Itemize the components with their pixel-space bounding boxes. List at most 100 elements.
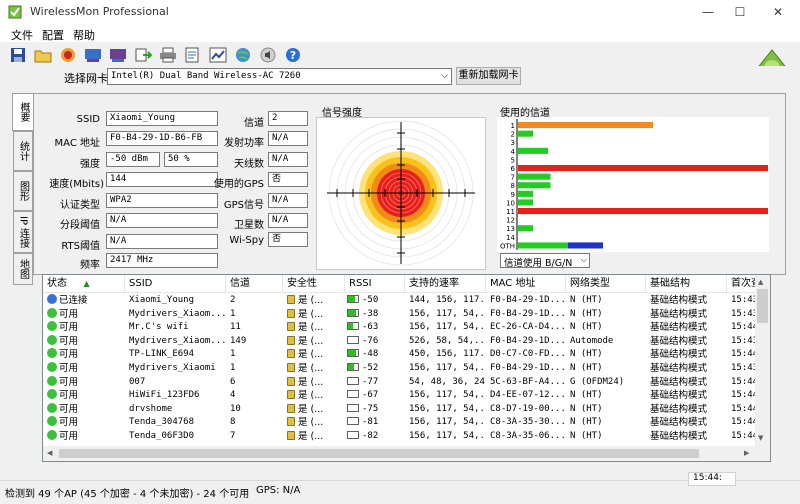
first-seen-cell: 15:44: [731,403,755,417]
adapter-select[interactable]: Intel(R) Dual Band Wireless-AC 7260 ⌵ [107,68,452,85]
network-card-icon[interactable] [83,45,103,65]
ssid-cell: Mydrivers_Xiaom... [129,308,226,322]
minimize-button[interactable]: — [690,0,726,24]
maximize-button[interactable]: ☐ [722,0,758,24]
table-row[interactable]: 可用 Mydrivers_Xiaom... 149 是 (... -76 526, 58,… [43,334,755,349]
save-icon[interactable] [8,45,28,65]
table-row[interactable]: 可用 Mydrivers_Xiaomi 1 是 (... -52 156, 117, 54… [43,362,755,376]
channel-bar [518,173,551,180]
rates-cell: 156, 117, 54,... [409,389,486,403]
table-row[interactable]: 可用 007 6 是 (... -77 54, 48, 36, 24... 5C-63-BF… [43,375,755,390]
reload-adapter-button[interactable]: 重新加载网卡 [456,67,521,85]
scroll-right-icon[interactable]: ▶ [744,449,749,457]
column-header[interactable]: 状态 ▲ [43,275,125,293]
security-cell: 是 (... [287,403,345,417]
status-dot-icon [47,375,57,386]
channel-tick-label: 8 [511,182,515,190]
channel-bar [518,122,653,129]
first-seen-text: 15:44: [731,349,755,360]
lock-icon [287,417,295,427]
tab-map[interactable]: 地图 [13,253,33,285]
table-row[interactable]: 可用 Mydrivers_Xiaom... 1 是 (... -38 156, 117, … [43,307,755,322]
security-cell: 是 (... [287,348,345,362]
column-header[interactable]: 信道 [226,275,283,293]
rssi-bar-fill [348,364,354,370]
scroll-thumb[interactable] [757,289,768,323]
rates-cell: 156, 117, 54,... [409,362,486,376]
rates-text: 156, 117, 54,... [409,390,486,401]
rates-cell: 156, 117, 54,... [409,308,486,322]
menu-help[interactable]: 帮助 [73,27,95,43]
rssi-bar [347,403,359,412]
first-seen-text: 15:44: [731,417,755,428]
status-main: 检测到 49 个AP (45 个加密 - 4 个未加密) - 24 个可用 [5,489,250,500]
table-row[interactable]: 已连接 Xiaomi_Young 2 是 (... -50 144, 156, 117..… [43,294,755,308]
column-header[interactable]: MAC 地址 [486,275,566,293]
security-cell: 是 (... [287,416,345,430]
rts-field: N/A [106,234,218,249]
tab-ip-connections[interactable]: IP 连接 [13,211,33,253]
channel-tick-label: 7 [511,174,515,182]
menu-config[interactable]: 配置 [42,27,64,43]
antennas-field: N/A [268,152,308,167]
column-header[interactable]: 基础结构 [646,275,727,293]
tab-summary[interactable]: 概要 [12,93,34,131]
status-cell: 可用 [47,334,125,349]
speaker-icon[interactable] [258,45,278,65]
help-icon[interactable]: ? [283,45,303,65]
channel-mode-select[interactable]: 信道使用 B/G/N ⌵ [500,253,590,269]
satellites-label: 卫星数 [234,220,264,231]
wifi-graph-icon[interactable] [208,45,228,65]
security-cell: 是 (... [287,321,345,335]
scroll-down-icon[interactable]: ▼ [758,434,763,442]
lock-icon [287,295,295,304]
column-header[interactable]: 安全性 [283,275,345,293]
infra-cell: 基础结构模式 [650,430,727,444]
first-seen-text: 15:43: [731,363,755,373]
tab-statistics[interactable]: 统计 [13,131,33,171]
scroll-left-icon[interactable]: ◀ [47,449,52,457]
channel-tick-label: 13 [506,225,515,233]
ssid-cell: Xiaomi_Young [129,294,226,308]
column-header[interactable]: RSSI [345,275,405,293]
print-icon[interactable] [158,45,178,65]
vertical-scrollbar[interactable]: ▲ ▼ [755,275,770,461]
txpower-label: 发射功率 [224,138,264,149]
column-header[interactable]: 支持的速率 [405,275,486,293]
nettype-text: N (HT) [570,349,603,360]
channel-bar [518,147,548,154]
mac-cell: D0-C7-C0-FD... [490,348,566,362]
hscroll-thumb[interactable] [59,449,699,458]
record-icon[interactable] [58,45,78,65]
infra-text: 基础结构模式 [650,431,708,442]
table-row[interactable]: 可用 Tenda_304768 8 是 (... -81 156, 117, 54,...… [43,416,755,430]
export-icon[interactable] [133,45,153,65]
table-row[interactable]: 可用 Mr.C's wifi 11 是 (... -63 156, 117, 54,...… [43,321,755,335]
column-header[interactable]: 网络类型 [566,275,646,293]
table-row[interactable]: 可用 TP-LINK_E694 1 是 (... -48 450, 156, 117...… [43,348,755,362]
network-card-alt-icon[interactable] [108,45,128,65]
column-header-label: 网络类型 [570,278,610,289]
infra-cell: 基础结构模式 [650,403,727,417]
status-dot-icon [47,402,57,413]
table-row[interactable]: 可用 HiWiFi_123FD6 4 是 (... -67 156, 117, 54,..… [43,389,755,403]
mac-cell: F0-B4-29-1D... [490,335,566,349]
menu-file[interactable]: 文件 [11,27,33,43]
scroll-up-icon[interactable]: ▲ [758,278,763,286]
globe-icon[interactable] [233,45,253,65]
table-row[interactable]: 可用 drvshome 10 是 (... -75 156, 117, 54,... C8-… [43,402,755,417]
table-row[interactable]: 可用 Tenda_06F3D0 7 是 (... -82 156, 117, 54,...… [43,430,755,444]
security-text: 是 (... [298,363,324,374]
network-list[interactable]: 状态 ▲ SSID 信道 安全性 RSSI 支持的速率 MAC 地址 网络类型 基础结构 首次查 … [42,274,771,462]
channel-tick-label: 11 [506,208,515,216]
close-button[interactable]: ✕ [760,0,796,24]
report-icon[interactable] [183,45,203,65]
channel-cell: 6 [230,376,283,390]
column-header-label: MAC 地址 [490,278,536,289]
infra-cell: 基础结构模式 [650,308,727,322]
tab-graph[interactable]: 图形 [13,171,33,211]
nettype-text: N (HT) [570,431,603,441]
open-folder-icon[interactable] [33,45,53,65]
horizontal-scrollbar[interactable]: ◀ ▶ [43,446,755,461]
column-header[interactable]: SSID [125,275,226,293]
